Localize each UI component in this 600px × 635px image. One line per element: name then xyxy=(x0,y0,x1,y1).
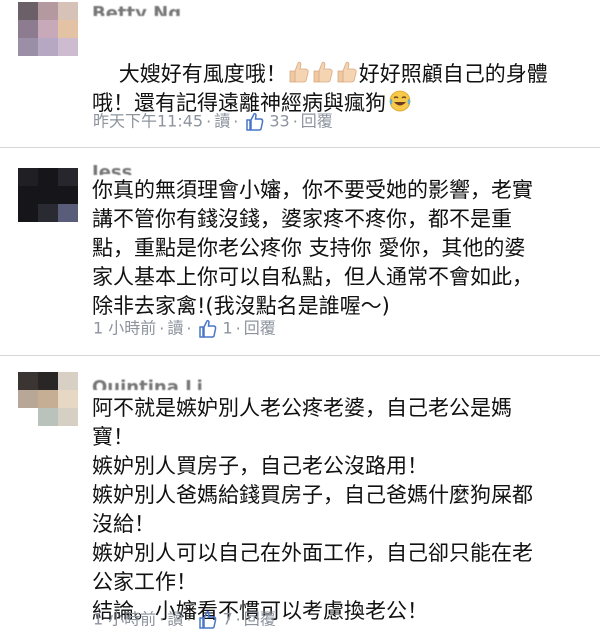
read-link[interactable]: 讀 xyxy=(214,112,230,131)
read-link[interactable]: 讀 xyxy=(167,610,183,629)
like-count: 1 xyxy=(222,318,233,338)
avatar[interactable] xyxy=(18,372,78,426)
timestamp[interactable]: 昨天下午11:45 xyxy=(93,112,203,131)
reply-button[interactable]: 回覆 xyxy=(244,319,276,338)
author-name[interactable]: Jess xyxy=(92,163,132,175)
like-count: 33 xyxy=(269,111,290,131)
comment-text-part-1: 大嫂好有風度哦！ xyxy=(118,62,287,86)
comment-meta: 1 小時前 · 讀 · 1 · 回覆 xyxy=(93,318,276,338)
author-name[interactable]: Quintina Li xyxy=(92,378,203,390)
comment-text: 你真的無須理會小嬸，你不要受她的影響，老實 講不管你有錢沒錢，婆家疼不疼你，都不… xyxy=(92,178,533,318)
thumbs-up-icon[interactable] xyxy=(198,319,218,339)
comment-meta: 昨天下午11:45 · 讀 · 33 · 回覆 xyxy=(93,111,333,131)
avatar[interactable] xyxy=(18,168,78,222)
thumbs-up-emoji-icon xyxy=(337,61,357,83)
like-count: 7 xyxy=(222,609,233,629)
thumbs-up-emoji-group xyxy=(287,61,359,86)
timestamp[interactable]: 1 小時前 xyxy=(93,610,156,629)
comment-meta: 1 小時前 · 讀 · 7 · 回覆 xyxy=(93,609,276,629)
thumbs-up-emoji-icon xyxy=(289,61,309,83)
reply-button[interactable]: 回覆 xyxy=(301,112,333,131)
reply-button[interactable]: 回覆 xyxy=(244,610,276,629)
thumbs-up-icon[interactable] xyxy=(198,610,218,630)
author-name[interactable]: Betty Ng xyxy=(92,4,181,16)
tears-of-joy-emoji-icon xyxy=(389,90,411,112)
avatar[interactable] xyxy=(18,2,78,56)
thumbs-up-emoji-icon xyxy=(313,61,333,83)
divider xyxy=(0,355,600,356)
divider xyxy=(0,147,600,148)
timestamp[interactable]: 1 小時前 xyxy=(93,319,156,338)
read-link[interactable]: 讀 xyxy=(167,319,183,338)
thumbs-up-icon[interactable] xyxy=(245,112,265,132)
comment-text: 阿不就是嫉妒別人老公疼老婆，自己老公是媽 寶！ 嫉妒別人買房子，自己老公沒路用！… xyxy=(92,396,533,623)
